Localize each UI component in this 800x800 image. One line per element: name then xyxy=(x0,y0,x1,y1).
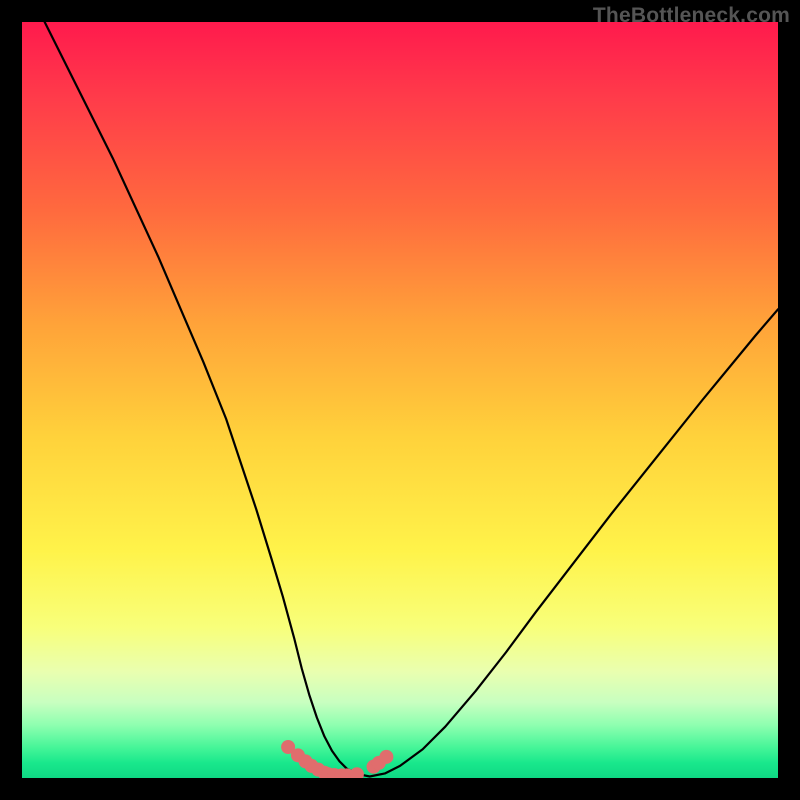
bottleneck-curve xyxy=(45,22,778,776)
chart-frame: TheBottleneck.com xyxy=(0,0,800,800)
minimum-marker xyxy=(350,767,364,778)
watermark-text: TheBottleneck.com xyxy=(593,4,790,28)
curve-overlay xyxy=(22,22,778,778)
minimum-marker xyxy=(379,750,393,764)
